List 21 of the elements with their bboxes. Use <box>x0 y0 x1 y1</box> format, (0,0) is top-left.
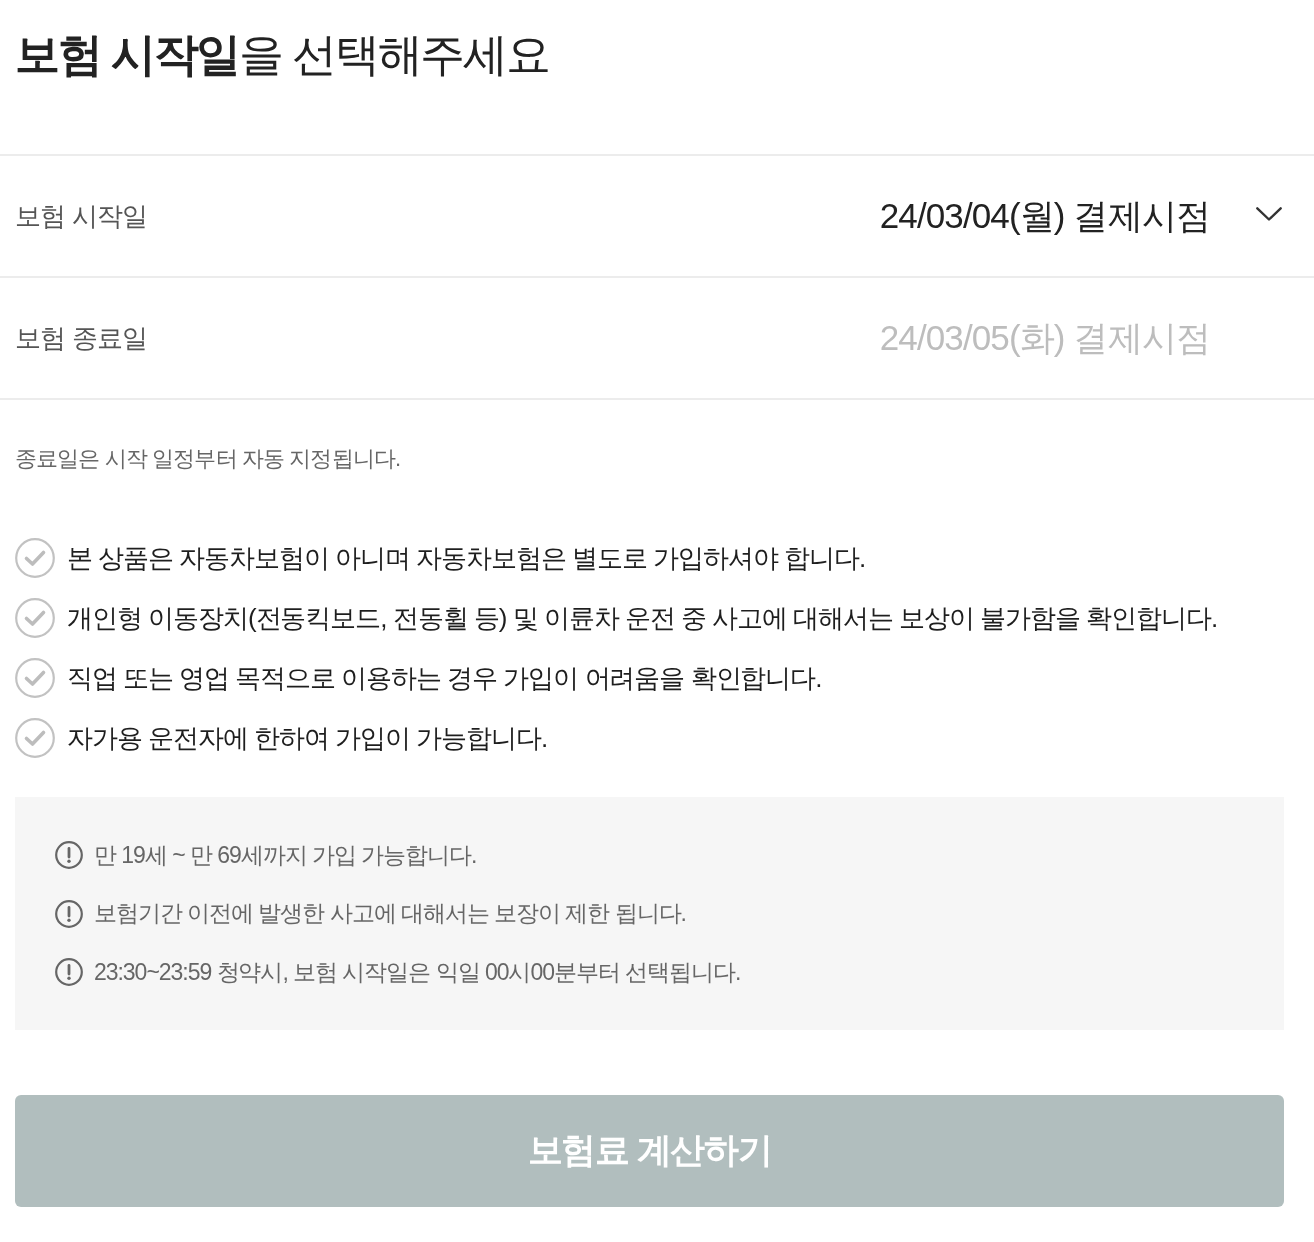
exclamation-circle-icon <box>55 958 83 987</box>
notice-text: 보험기간 이전에 발생한 사고에 대해서는 보장이 제한 됩니다. <box>94 899 686 929</box>
end-date-note: 종료일은 시작 일정부터 자동 지정됩니다. <box>15 445 401 473</box>
check-circle-icon[interactable] <box>15 598 55 638</box>
notice-text: 23:30~23:59 청약시, 보험 시작일은 익일 00시00분부터 선택됩니다. <box>94 957 741 987</box>
field-label: 보험 시작일 <box>15 199 148 233</box>
page-title: 보험 시작일을 선택해주세요 <box>15 28 549 82</box>
notice-text: 만 19세 ~ 만 69세까지 가입 가능합니다. <box>94 840 477 870</box>
check-circle-icon[interactable] <box>15 718 55 758</box>
exclamation-circle-icon <box>55 841 83 870</box>
agreement-text: 직업 또는 영업 목적으로 이용하는 경우 가입이 어려움을 확인합니다. <box>67 661 822 695</box>
agreement-text: 개인형 이동장치(전동킥보드, 전동휠 등) 및 이륜차 운전 중 사고에 대해서는 보상이 불가함을 확인합니다. <box>67 601 1218 635</box>
field-label: 보험 종료일 <box>15 321 148 355</box>
date-dropdown-value[interactable]: 24/03/04(월) 결제시점 <box>879 192 1210 240</box>
agreement-text: 자가용 운전자에 한하여 가입이 가능합니다. <box>67 721 548 755</box>
agreement-text: 본 상품은 자동차보험이 아니며 자동차보험은 별도로 가입하셔야 합니다. <box>67 541 866 575</box>
chevron-down-icon[interactable] <box>1256 207 1282 221</box>
check-circle-icon[interactable] <box>15 658 55 698</box>
date-value: 24/03/05(화) 결제시점 <box>879 316 1210 359</box>
exclamation-circle-icon <box>55 899 83 928</box>
check-circle-icon[interactable] <box>15 538 55 578</box>
